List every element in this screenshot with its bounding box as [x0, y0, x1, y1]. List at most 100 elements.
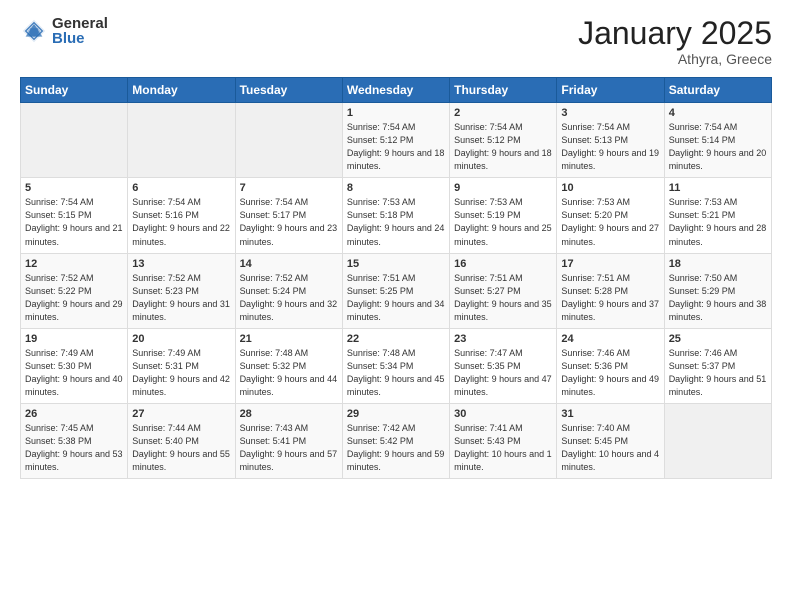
- calendar-cell: 20Sunrise: 7:49 AM Sunset: 5:31 PM Dayli…: [128, 328, 235, 403]
- day-number: 10: [561, 182, 659, 194]
- calendar-cell: 1 Sunrise: 7:54 AM Sunset: 5:12 PM Daylig…: [342, 103, 449, 178]
- calendar-cell: 8 Sunrise: 7:53 AM Sunset: 5:18 PM Daylig…: [342, 178, 449, 253]
- day-number: 29: [347, 408, 445, 420]
- calendar-cell: 13Sunrise: 7:52 AM Sunset: 5:23 PM Dayli…: [128, 253, 235, 328]
- calendar-cell: [235, 103, 342, 178]
- calendar-cell: 18 Sunrise: 7:50 AM Sunset: 5:29 PM Dayli…: [664, 253, 771, 328]
- day-info: Sunrise: 7:54 AM Sunset: 5:15 PM Dayligh…: [25, 196, 123, 248]
- day-info: Sunrise: 7:52 AM Sunset: 5:22 PM Dayligh…: [25, 272, 123, 324]
- day-info: Sunrise: 7:54 AM Sunset: 5:12 PM Dayligh…: [347, 121, 445, 173]
- calendar-cell: 2 Sunrise: 7:54 AM Sunset: 5:12 PM Daylig…: [450, 103, 557, 178]
- calendar-cell: [128, 103, 235, 178]
- calendar-cell: 6Sunrise: 7:54 AM Sunset: 5:16 PM Daylig…: [128, 178, 235, 253]
- day-info: Sunrise: 7:53 AM Sunset: 5:19 PM Dayligh…: [454, 196, 552, 248]
- month-title: January 2025: [578, 16, 772, 51]
- day-number: 23: [454, 333, 552, 345]
- day-info: Sunrise: 7:51 AM Sunset: 5:25 PM Dayligh…: [347, 272, 445, 324]
- logo-text: General Blue: [52, 16, 108, 46]
- calendar-cell: 10 Sunrise: 7:53 AM Sunset: 5:20 PM Dayli…: [557, 178, 664, 253]
- day-info: Sunrise: 7:53 AM Sunset: 5:20 PM Dayligh…: [561, 196, 659, 248]
- day-info: Sunrise: 7:41 AM Sunset: 5:43 PM Dayligh…: [454, 422, 552, 474]
- calendar-header-row: SundayMondayTuesdayWednesdayThursdayFrid…: [21, 78, 772, 103]
- calendar-cell: 26Sunrise: 7:45 AM Sunset: 5:38 PM Dayli…: [21, 403, 128, 478]
- calendar-cell: 19 Sunrise: 7:49 AM Sunset: 5:30 PM Dayli…: [21, 328, 128, 403]
- day-number: 19: [25, 333, 123, 345]
- day-info: Sunrise: 7:51 AM Sunset: 5:28 PM Dayligh…: [561, 272, 659, 324]
- day-info: Sunrise: 7:49 AM Sunset: 5:30 PM Dayligh…: [25, 347, 123, 399]
- calendar-week-row: 12 Sunrise: 7:52 AM Sunset: 5:22 PM Dayli…: [21, 253, 772, 328]
- day-info: Sunrise: 7:54 AM Sunset: 5:14 PM Dayligh…: [669, 121, 767, 173]
- day-number: 30: [454, 408, 552, 420]
- logo: General Blue: [20, 16, 108, 46]
- col-header-tuesday: Tuesday: [235, 78, 342, 103]
- col-header-thursday: Thursday: [450, 78, 557, 103]
- calendar-week-row: 19 Sunrise: 7:49 AM Sunset: 5:30 PM Dayli…: [21, 328, 772, 403]
- day-number: 4: [669, 107, 767, 119]
- calendar-cell: 28 Sunrise: 7:43 AM Sunset: 5:41 PM Dayli…: [235, 403, 342, 478]
- day-number: 20: [132, 333, 230, 345]
- day-number: 15: [347, 258, 445, 270]
- day-info: Sunrise: 7:51 AM Sunset: 5:27 PM Dayligh…: [454, 272, 552, 324]
- col-header-saturday: Saturday: [664, 78, 771, 103]
- day-number: 25: [669, 333, 767, 345]
- location: Athyra, Greece: [578, 51, 772, 67]
- day-number: 11: [669, 182, 767, 194]
- calendar-cell: 12 Sunrise: 7:52 AM Sunset: 5:22 PM Dayli…: [21, 253, 128, 328]
- day-number: 27: [132, 408, 230, 420]
- day-number: 1: [347, 107, 445, 119]
- day-number: 13: [132, 258, 230, 270]
- col-header-wednesday: Wednesday: [342, 78, 449, 103]
- day-number: 14: [240, 258, 338, 270]
- day-info: Sunrise: 7:43 AM Sunset: 5:41 PM Dayligh…: [240, 422, 338, 474]
- calendar-cell: 15 Sunrise: 7:51 AM Sunset: 5:25 PM Dayli…: [342, 253, 449, 328]
- calendar-week-row: 26Sunrise: 7:45 AM Sunset: 5:38 PM Dayli…: [21, 403, 772, 478]
- calendar-week-row: 5Sunrise: 7:54 AM Sunset: 5:15 PM Daylig…: [21, 178, 772, 253]
- day-info: Sunrise: 7:46 AM Sunset: 5:36 PM Dayligh…: [561, 347, 659, 399]
- day-info: Sunrise: 7:52 AM Sunset: 5:24 PM Dayligh…: [240, 272, 338, 324]
- day-info: Sunrise: 7:48 AM Sunset: 5:32 PM Dayligh…: [240, 347, 338, 399]
- logo-general-text: General: [52, 16, 108, 31]
- logo-icon: [20, 17, 48, 45]
- calendar-cell: [664, 403, 771, 478]
- day-info: Sunrise: 7:46 AM Sunset: 5:37 PM Dayligh…: [669, 347, 767, 399]
- day-info: Sunrise: 7:42 AM Sunset: 5:42 PM Dayligh…: [347, 422, 445, 474]
- calendar-cell: [21, 103, 128, 178]
- calendar-week-row: 1 Sunrise: 7:54 AM Sunset: 5:12 PM Daylig…: [21, 103, 772, 178]
- calendar-cell: 16Sunrise: 7:51 AM Sunset: 5:27 PM Dayli…: [450, 253, 557, 328]
- calendar-table: SundayMondayTuesdayWednesdayThursdayFrid…: [20, 77, 772, 479]
- day-info: Sunrise: 7:48 AM Sunset: 5:34 PM Dayligh…: [347, 347, 445, 399]
- day-number: 26: [25, 408, 123, 420]
- calendar-cell: 14 Sunrise: 7:52 AM Sunset: 5:24 PM Dayli…: [235, 253, 342, 328]
- day-number: 21: [240, 333, 338, 345]
- calendar-cell: 25 Sunrise: 7:46 AM Sunset: 5:37 PM Dayli…: [664, 328, 771, 403]
- day-number: 31: [561, 408, 659, 420]
- day-number: 28: [240, 408, 338, 420]
- day-number: 2: [454, 107, 552, 119]
- day-info: Sunrise: 7:54 AM Sunset: 5:12 PM Dayligh…: [454, 121, 552, 173]
- logo-blue-text: Blue: [52, 31, 108, 46]
- calendar-cell: 30 Sunrise: 7:41 AM Sunset: 5:43 PM Dayli…: [450, 403, 557, 478]
- day-info: Sunrise: 7:53 AM Sunset: 5:21 PM Dayligh…: [669, 196, 767, 248]
- day-number: 8: [347, 182, 445, 194]
- day-number: 22: [347, 333, 445, 345]
- calendar-cell: 5Sunrise: 7:54 AM Sunset: 5:15 PM Daylig…: [21, 178, 128, 253]
- day-number: 17: [561, 258, 659, 270]
- day-number: 9: [454, 182, 552, 194]
- day-info: Sunrise: 7:54 AM Sunset: 5:13 PM Dayligh…: [561, 121, 659, 173]
- day-info: Sunrise: 7:50 AM Sunset: 5:29 PM Dayligh…: [669, 272, 767, 324]
- day-info: Sunrise: 7:53 AM Sunset: 5:18 PM Dayligh…: [347, 196, 445, 248]
- day-number: 24: [561, 333, 659, 345]
- col-header-monday: Monday: [128, 78, 235, 103]
- day-info: Sunrise: 7:44 AM Sunset: 5:40 PM Dayligh…: [132, 422, 230, 474]
- day-number: 12: [25, 258, 123, 270]
- day-number: 18: [669, 258, 767, 270]
- title-block: January 2025 Athyra, Greece: [578, 16, 772, 67]
- calendar-cell: 4 Sunrise: 7:54 AM Sunset: 5:14 PM Daylig…: [664, 103, 771, 178]
- day-info: Sunrise: 7:54 AM Sunset: 5:16 PM Dayligh…: [132, 196, 230, 248]
- calendar-cell: 17 Sunrise: 7:51 AM Sunset: 5:28 PM Dayli…: [557, 253, 664, 328]
- day-info: Sunrise: 7:54 AM Sunset: 5:17 PM Dayligh…: [240, 196, 338, 248]
- calendar-cell: 29 Sunrise: 7:42 AM Sunset: 5:42 PM Dayli…: [342, 403, 449, 478]
- calendar-cell: 11 Sunrise: 7:53 AM Sunset: 5:21 PM Dayli…: [664, 178, 771, 253]
- col-header-sunday: Sunday: [21, 78, 128, 103]
- calendar-cell: 7Sunrise: 7:54 AM Sunset: 5:17 PM Daylig…: [235, 178, 342, 253]
